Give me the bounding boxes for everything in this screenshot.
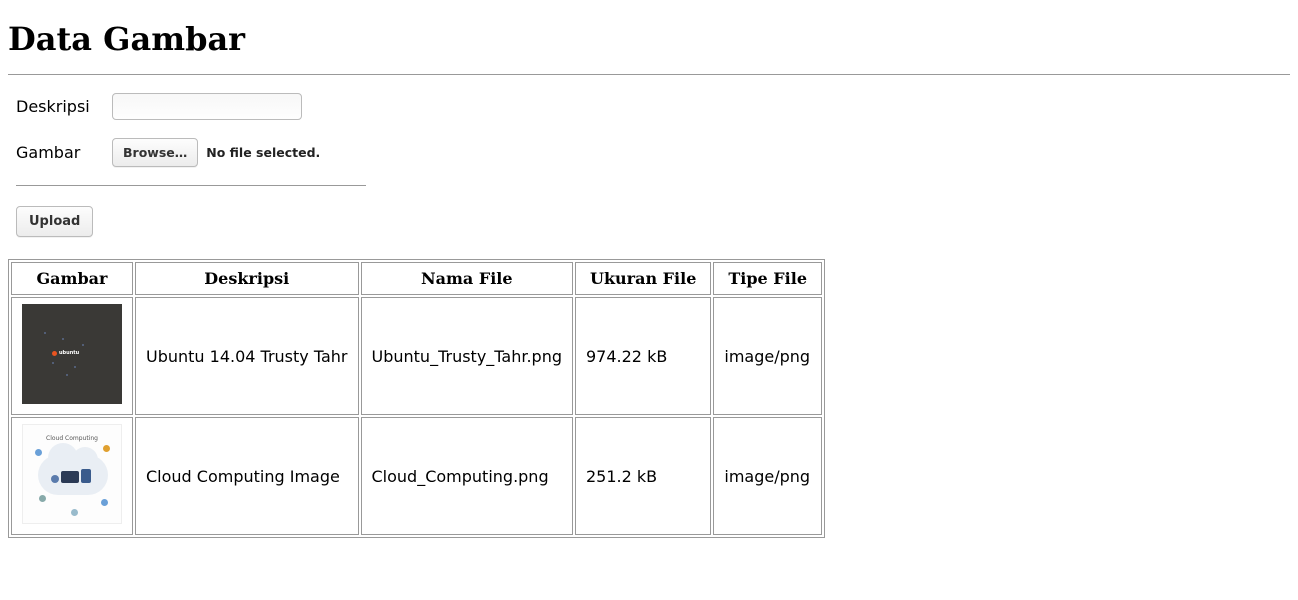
upload-button[interactable]: Upload <box>16 206 93 237</box>
cell-tipe-file: image/png <box>713 297 822 415</box>
cell-nama-file: Cloud_Computing.png <box>361 417 574 535</box>
file-picker: Browse… No file selected. <box>112 138 320 167</box>
no-file-selected-text: No file selected. <box>206 145 320 160</box>
upload-form: Deskripsi Gambar Browse… No file selecte… <box>16 93 1290 259</box>
deskripsi-input[interactable] <box>112 93 302 120</box>
gambar-label: Gambar <box>16 143 112 162</box>
cloud-thumbnail-icon: Cloud Computing <box>22 424 122 524</box>
col-header-ukuran-file: Ukuran File <box>575 262 711 295</box>
gambar-table: Gambar Deskripsi Nama File Ukuran File T… <box>8 259 825 538</box>
cell-tipe-file: image/png <box>713 417 822 535</box>
browse-button[interactable]: Browse… <box>112 138 198 167</box>
ubuntu-thumbnail-icon: ubuntu <box>22 304 122 404</box>
deskripsi-row: Deskripsi <box>16 93 1290 120</box>
cell-thumbnail: ubuntu <box>11 297 133 415</box>
page-title: Data Gambar <box>8 20 1290 58</box>
cell-ukuran-file: 974.22 kB <box>575 297 711 415</box>
table-row: ubuntu Ubuntu 14.04 Trusty Tahr Ubuntu_T… <box>11 297 822 415</box>
cell-deskripsi: Cloud Computing Image <box>135 417 359 535</box>
cell-thumbnail: Cloud Computing <box>11 417 133 535</box>
col-header-tipe-file: Tipe File <box>713 262 822 295</box>
col-header-nama-file: Nama File <box>361 262 574 295</box>
col-header-deskripsi: Deskripsi <box>135 262 359 295</box>
gambar-row: Gambar Browse… No file selected. <box>16 138 1290 167</box>
cell-ukuran-file: 251.2 kB <box>575 417 711 535</box>
col-header-gambar: Gambar <box>11 262 133 295</box>
deskripsi-label: Deskripsi <box>16 97 112 116</box>
cell-deskripsi: Ubuntu 14.04 Trusty Tahr <box>135 297 359 415</box>
form-divider <box>16 185 366 186</box>
title-divider <box>8 74 1290 75</box>
table-header-row: Gambar Deskripsi Nama File Ukuran File T… <box>11 262 822 295</box>
cell-nama-file: Ubuntu_Trusty_Tahr.png <box>361 297 574 415</box>
table-row: Cloud Computing Cloud Computing Image Cl… <box>11 417 822 535</box>
